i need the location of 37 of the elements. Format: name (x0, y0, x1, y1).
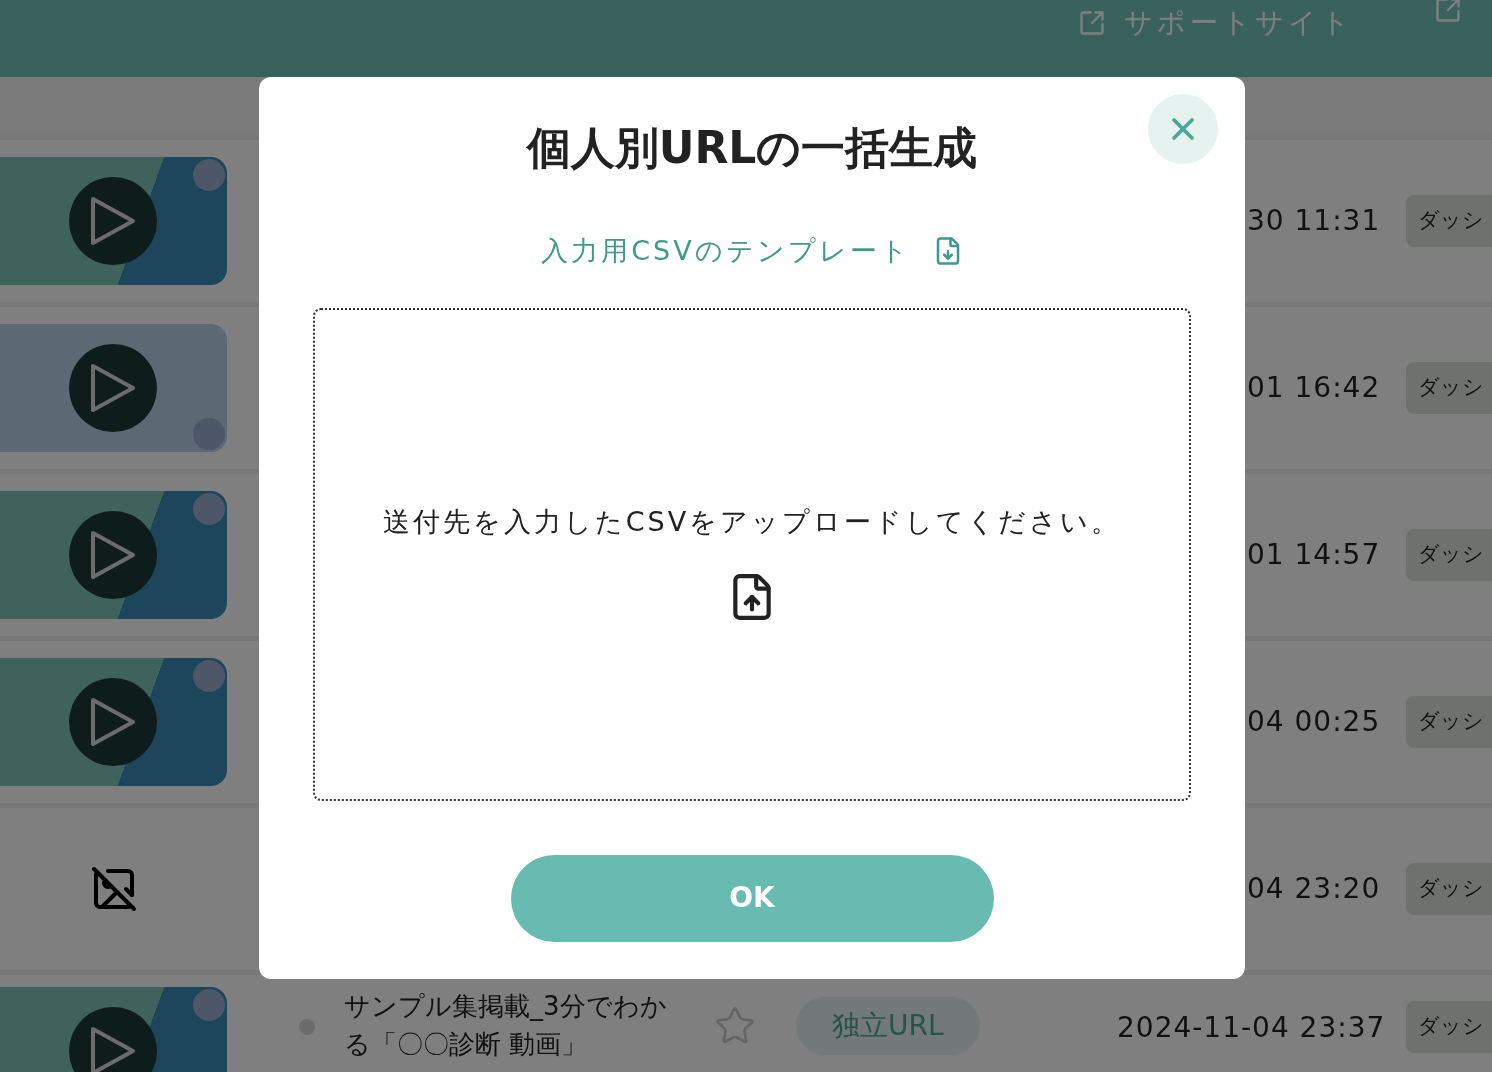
video-thumbnail[interactable] (0, 491, 227, 619)
dashboard-button[interactable]: ダッシ (1406, 195, 1492, 247)
dashboard-button[interactable]: ダッシ (1406, 696, 1492, 748)
avatar (193, 660, 225, 692)
date-text: 30 11:31 (1247, 203, 1382, 239)
dashboard-button[interactable]: ダッシ (1406, 362, 1492, 414)
dashboard-button[interactable]: ダッシ (1406, 529, 1492, 581)
play-button[interactable] (69, 1007, 157, 1072)
date-text: 04 00:25 (1247, 704, 1382, 740)
date-text: 2024-11-04 23:37 (1117, 1010, 1387, 1046)
play-icon (89, 195, 137, 247)
dashboard-button[interactable]: ダッシ (1406, 1001, 1492, 1053)
avatar (193, 493, 225, 525)
csv-template-link[interactable]: 入力用CSVのテンプレート (541, 231, 963, 272)
avatar (193, 159, 225, 191)
external-link-icon (1078, 9, 1106, 37)
avatar (193, 989, 225, 1021)
date-text: 01 14:57 (1247, 537, 1382, 573)
video-thumbnail[interactable] (0, 157, 227, 285)
dialog-title: 個人別URLの一括生成 (526, 121, 978, 175)
no-image-icon (89, 865, 138, 913)
date-text: 04 23:20 (1247, 871, 1382, 907)
play-icon (89, 1025, 137, 1072)
video-title[interactable]: サンプル集掲載_3分でわかる「〇〇診断 動画」 (344, 987, 684, 1063)
video-thumbnail[interactable] (0, 658, 227, 786)
external-link-icon[interactable] (1434, 0, 1462, 24)
play-icon (89, 529, 137, 581)
avatar (193, 418, 225, 450)
ok-button[interactable]: OK (510, 854, 994, 942)
url-type-tag: 独立URL (796, 997, 980, 1055)
csv-drop-zone[interactable]: 送付先を入力したCSVをアップロードしてください。 (313, 307, 1191, 801)
play-icon (89, 362, 137, 414)
dashboard-button[interactable]: ダッシ (1406, 863, 1492, 915)
date-text: 01 16:42 (1247, 370, 1382, 406)
play-icon (89, 696, 137, 748)
video-thumbnail[interactable] (0, 324, 227, 452)
drop-zone-text: 送付先を入力したCSVをアップロードしてください。 (382, 504, 1122, 539)
